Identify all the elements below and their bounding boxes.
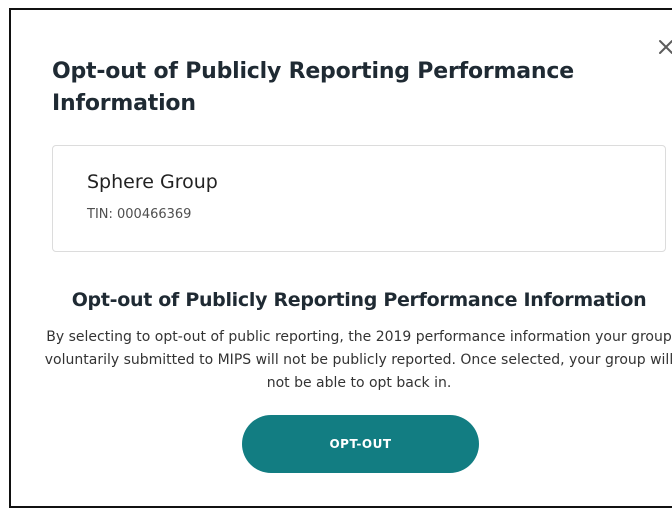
section-description: By selecting to opt-out of public report… [44,329,672,391]
section-title: Opt-out of Publicly Reporting Performanc… [71,289,647,311]
opt-out-button[interactable]: OPT-OUT [242,415,479,473]
group-info-card: Sphere Group TIN: 000466369 [52,145,666,252]
close-icon [659,40,672,54]
dialog-title: Opt-out of Publicly Reporting Performanc… [52,59,574,116]
group-name: Sphere Group [87,171,218,193]
optout-dialog: Opt-out of Publicly Reporting Performanc… [9,8,672,508]
group-tin: TIN: 000466369 [87,207,192,222]
close-button[interactable] [649,30,672,64]
